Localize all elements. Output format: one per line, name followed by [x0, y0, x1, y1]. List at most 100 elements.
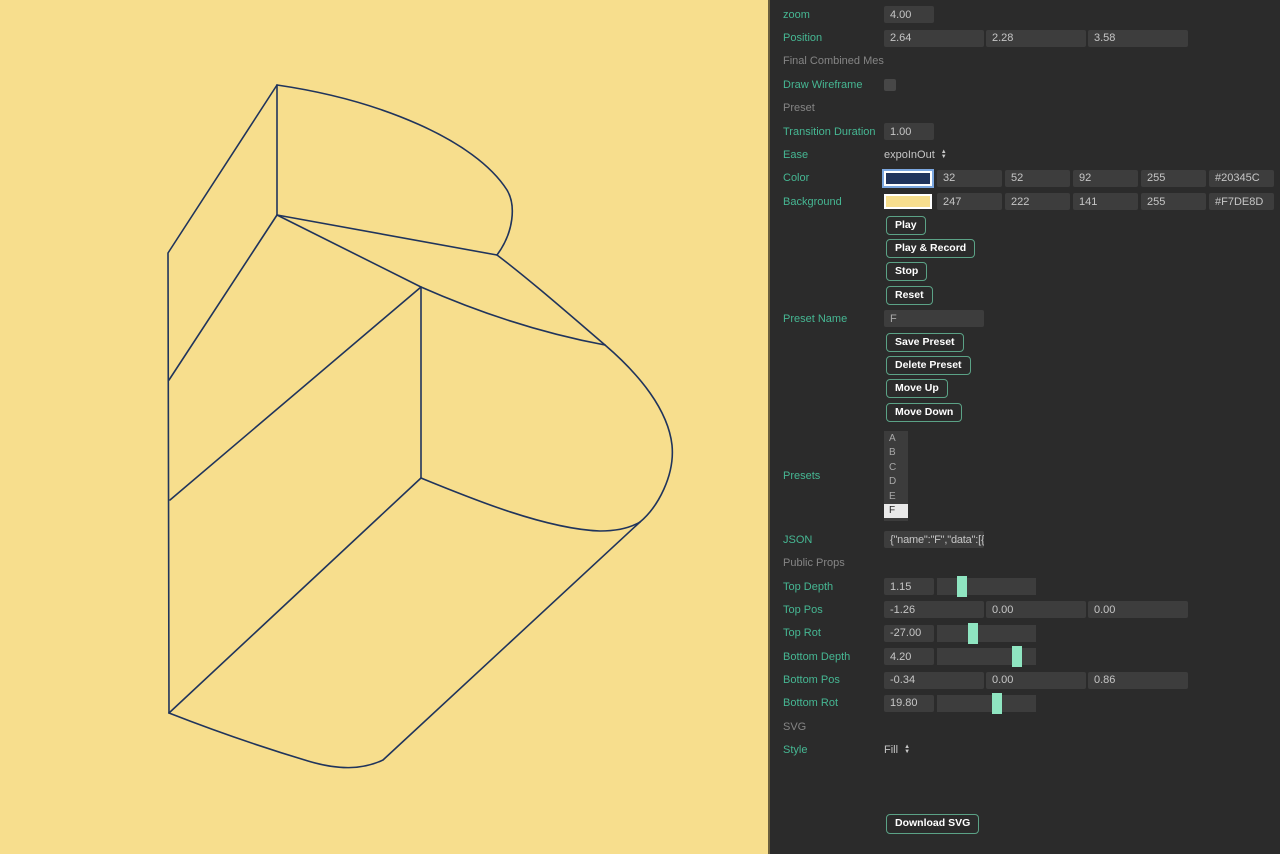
bottom-rot-input[interactable] [884, 695, 934, 712]
background-g-input[interactable] [1005, 193, 1070, 210]
row-bottom-depth: Bottom Depth [770, 645, 1280, 668]
top-pos-x-input[interactable] [884, 601, 984, 618]
preset-name-label: Preset Name [770, 313, 884, 325]
bottom-depth-slider[interactable] [937, 648, 1036, 665]
delete-preset-button[interactable]: Delete Preset [886, 356, 971, 375]
bottom-depth-slider-thumb[interactable] [1012, 646, 1022, 667]
updown-arrows-icon: ▲▼ [904, 745, 910, 755]
position-x-input[interactable] [884, 30, 984, 47]
zoom-input[interactable] [884, 6, 934, 23]
section-public-props: Public Props [770, 551, 1280, 574]
background-swatch[interactable] [884, 194, 932, 209]
bottom-pos-x-input[interactable] [884, 672, 984, 689]
stop-button[interactable]: Stop [886, 262, 927, 281]
play-button[interactable]: Play [886, 216, 926, 235]
row-save-preset: Save Preset [770, 330, 1280, 353]
section-final-combined-mesh: Final Combined Mesh [770, 50, 1280, 73]
download-svg-button[interactable]: Download SVG [886, 814, 979, 834]
preset-item-ab[interactable]: AB [884, 518, 908, 521]
presets-listbox[interactable]: ABCDEFAB [884, 431, 908, 521]
play-record-button[interactable]: Play & Record [886, 239, 975, 258]
color-r-input[interactable] [937, 170, 1002, 187]
draw-wireframe-label: Draw Wireframe [770, 79, 884, 91]
top-depth-input[interactable] [884, 578, 934, 595]
bottom-depth-label: Bottom Depth [770, 651, 884, 663]
move-down-button[interactable]: Move Down [886, 403, 962, 422]
updown-arrows-icon: ▲▼ [941, 150, 947, 160]
top-depth-slider-thumb[interactable] [957, 576, 967, 597]
style-select[interactable]: Fill ▲▼ [884, 744, 910, 756]
color-swatch[interactable] [884, 171, 932, 186]
top-rot-input[interactable] [884, 625, 934, 642]
draw-wireframe-checkbox[interactable] [884, 79, 896, 91]
row-play: Play [770, 214, 1280, 237]
row-zoom: zoom [770, 3, 1280, 26]
zoom-label: zoom [770, 9, 884, 21]
top-depth-label: Top Depth [770, 581, 884, 593]
row-draw-wireframe: Draw Wireframe [770, 73, 1280, 96]
preset-item-c[interactable]: C [884, 460, 908, 475]
render-canvas[interactable] [0, 0, 768, 854]
row-bottom-pos: Bottom Pos [770, 668, 1280, 691]
bottom-depth-input[interactable] [884, 648, 934, 665]
top-rot-label: Top Rot [770, 627, 884, 639]
background-b-input[interactable] [1073, 193, 1138, 210]
color-a-input[interactable] [1141, 170, 1206, 187]
background-hex-input[interactable] [1209, 193, 1274, 210]
top-pos-z-input[interactable] [1088, 601, 1188, 618]
bottom-pos-label: Bottom Pos [770, 674, 884, 686]
position-z-input[interactable] [1088, 30, 1188, 47]
bottom-rot-slider[interactable] [937, 695, 1036, 712]
preset-header: Preset [770, 102, 884, 114]
top-pos-y-input[interactable] [986, 601, 1086, 618]
top-pos-label: Top Pos [770, 604, 884, 616]
json-input[interactable] [884, 531, 984, 548]
row-top-rot: Top Rot [770, 622, 1280, 645]
position-y-input[interactable] [986, 30, 1086, 47]
public-props-header: Public Props [770, 557, 884, 569]
row-json: JSON [770, 528, 1280, 551]
ease-selected-value: expoInOut [884, 149, 935, 161]
top-depth-slider[interactable] [937, 578, 1036, 595]
style-label: Style [770, 744, 884, 756]
row-play-record: Play & Record [770, 237, 1280, 260]
section-svg: SVG [770, 715, 1280, 738]
transition-duration-input[interactable] [884, 123, 934, 140]
letter-b-wireframe [0, 0, 768, 854]
background-a-input[interactable] [1141, 193, 1206, 210]
row-transition-duration: Transition Duration [770, 120, 1280, 143]
bottom-pos-y-input[interactable] [986, 672, 1086, 689]
canvas-background [0, 0, 768, 854]
preset-item-b[interactable]: B [884, 446, 908, 461]
svg-header: SVG [770, 721, 884, 733]
row-move-down: Move Down [770, 401, 1280, 424]
position-label: Position [770, 32, 884, 44]
preset-item-a[interactable]: A [884, 431, 908, 446]
preset-item-d[interactable]: D [884, 475, 908, 490]
preset-name-input[interactable] [884, 310, 984, 327]
preset-item-e[interactable]: E [884, 489, 908, 504]
bottom-rot-label: Bottom Rot [770, 697, 884, 709]
bottom-pos-z-input[interactable] [1088, 672, 1188, 689]
row-presets: Presets ABCDEFAB [770, 424, 1280, 528]
color-g-input[interactable] [1005, 170, 1070, 187]
row-preset-name: Preset Name [770, 307, 1280, 330]
bottom-rot-slider-thumb[interactable] [992, 693, 1002, 714]
row-background: Background [770, 190, 1280, 213]
json-label: JSON [770, 534, 884, 546]
color-hex-input[interactable] [1209, 170, 1274, 187]
top-rot-slider-thumb[interactable] [968, 623, 978, 644]
save-preset-button[interactable]: Save Preset [886, 333, 964, 352]
top-rot-slider[interactable] [937, 625, 1036, 642]
row-stop: Stop [770, 260, 1280, 283]
preset-item-f[interactable]: F [884, 504, 908, 519]
background-r-input[interactable] [937, 193, 1002, 210]
reset-button[interactable]: Reset [886, 286, 933, 305]
row-bottom-rot: Bottom Rot [770, 692, 1280, 715]
final-combined-mesh-header: Final Combined Mesh [770, 55, 884, 67]
color-b-input[interactable] [1073, 170, 1138, 187]
row-reset: Reset [770, 284, 1280, 307]
ease-select[interactable]: expoInOut ▲▼ [884, 149, 947, 161]
move-up-button[interactable]: Move Up [886, 379, 948, 398]
transition-duration-label: Transition Duration [770, 126, 884, 138]
